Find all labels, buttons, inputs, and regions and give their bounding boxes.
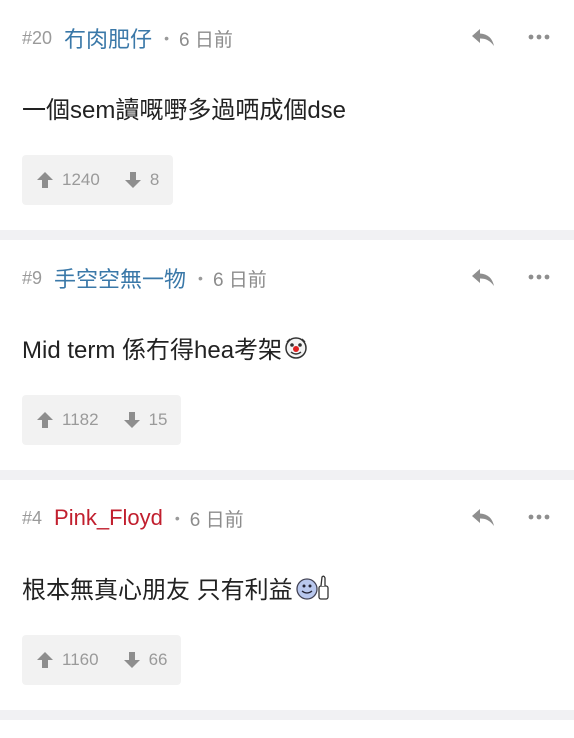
arrow-down-icon — [124, 172, 141, 188]
reply-button[interactable] — [468, 504, 498, 530]
post-actions — [468, 504, 552, 530]
reply-icon — [472, 29, 494, 46]
downvote-count: 8 — [149, 170, 160, 189]
comment-post: #9 手空空無一物 • 6 日前 Mid term 係冇得hea考架 1182 … — [0, 240, 574, 470]
more-options-button[interactable] — [526, 504, 552, 530]
thumbs-up-smiley-icon — [295, 574, 331, 602]
upvote-button[interactable]: 1240 — [36, 170, 100, 190]
more-icon — [528, 274, 550, 280]
arrow-up-icon — [37, 172, 53, 188]
downvote-count: 66 — [148, 650, 168, 669]
post-header: #4 Pink_Floyd • 6 日前 — [22, 505, 244, 531]
arrow-down-icon — [123, 412, 140, 428]
post-header: #9 手空空無一物 • 6 日前 — [22, 266, 267, 292]
post-time: 6 日前 — [189, 509, 244, 531]
meta-separator: • — [174, 510, 180, 526]
floor-number: #9 — [22, 267, 43, 288]
upvote-button[interactable]: 1182 — [36, 410, 99, 430]
upvote-button[interactable]: 1160 — [36, 650, 99, 670]
post-content: Mid term 係冇得hea考架 — [22, 330, 308, 365]
floor-number: #4 — [22, 507, 43, 528]
post-header: #20 冇肉肥仔 • 6 日前 — [22, 26, 233, 52]
vote-bar: 1240 8 — [22, 155, 174, 205]
floor-number: #20 — [22, 27, 53, 48]
post-divider — [0, 710, 574, 720]
username-link[interactable]: Pink_Floyd — [54, 505, 163, 531]
meta-separator: • — [164, 30, 169, 46]
vote-bar: 1160 66 — [22, 635, 182, 685]
more-icon — [528, 514, 550, 520]
username-link[interactable]: 手空空無一物 — [54, 262, 186, 294]
comment-post: #4 Pink_Floyd • 6 日前 根本無真心朋友 只有利益 1160 6… — [0, 480, 574, 710]
upvote-count: 1182 — [62, 410, 99, 429]
username-link[interactable]: 冇肉肥仔 — [64, 22, 152, 54]
post-content-text: Mid term 係冇得hea考架 — [22, 337, 283, 364]
post-divider — [0, 470, 574, 480]
more-options-button[interactable] — [526, 264, 552, 290]
upvote-count: 1160 — [62, 650, 99, 669]
upvote-count: 1240 — [62, 170, 100, 189]
more-icon — [528, 34, 550, 40]
reply-icon — [472, 509, 494, 526]
post-content: 一個sem讀嘅嘢多過哂成個dse — [22, 90, 346, 125]
post-actions — [468, 24, 552, 50]
post-content-text: 一個sem讀嘅嘢多過哂成個dse — [22, 97, 347, 124]
reply-button[interactable] — [468, 24, 498, 50]
post-content: 根本無真心朋友 只有利益 — [22, 570, 331, 605]
post-divider — [0, 230, 574, 240]
reply-button[interactable] — [468, 264, 498, 290]
downvote-button[interactable]: 15 — [123, 410, 168, 430]
vote-bar: 1182 15 — [22, 395, 182, 445]
post-actions — [468, 264, 552, 290]
post-time: 6 日前 — [212, 269, 267, 291]
downvote-button[interactable]: 66 — [123, 650, 168, 670]
more-options-button[interactable] — [526, 24, 552, 50]
clown-emoji-icon — [284, 336, 308, 360]
downvote-count: 15 — [148, 410, 168, 429]
arrow-down-icon — [123, 652, 140, 668]
arrow-up-icon — [37, 412, 53, 428]
post-content-text: 根本無真心朋友 只有利益 — [22, 577, 293, 604]
meta-separator: • — [198, 270, 203, 286]
post-time: 6 日前 — [178, 29, 233, 51]
comment-post: #20 冇肉肥仔 • 6 日前 一個sem讀嘅嘢多過哂成個dse 1240 8 — [0, 0, 574, 230]
arrow-up-icon — [37, 652, 53, 668]
reply-icon — [472, 269, 494, 286]
downvote-button[interactable]: 8 — [124, 170, 159, 190]
